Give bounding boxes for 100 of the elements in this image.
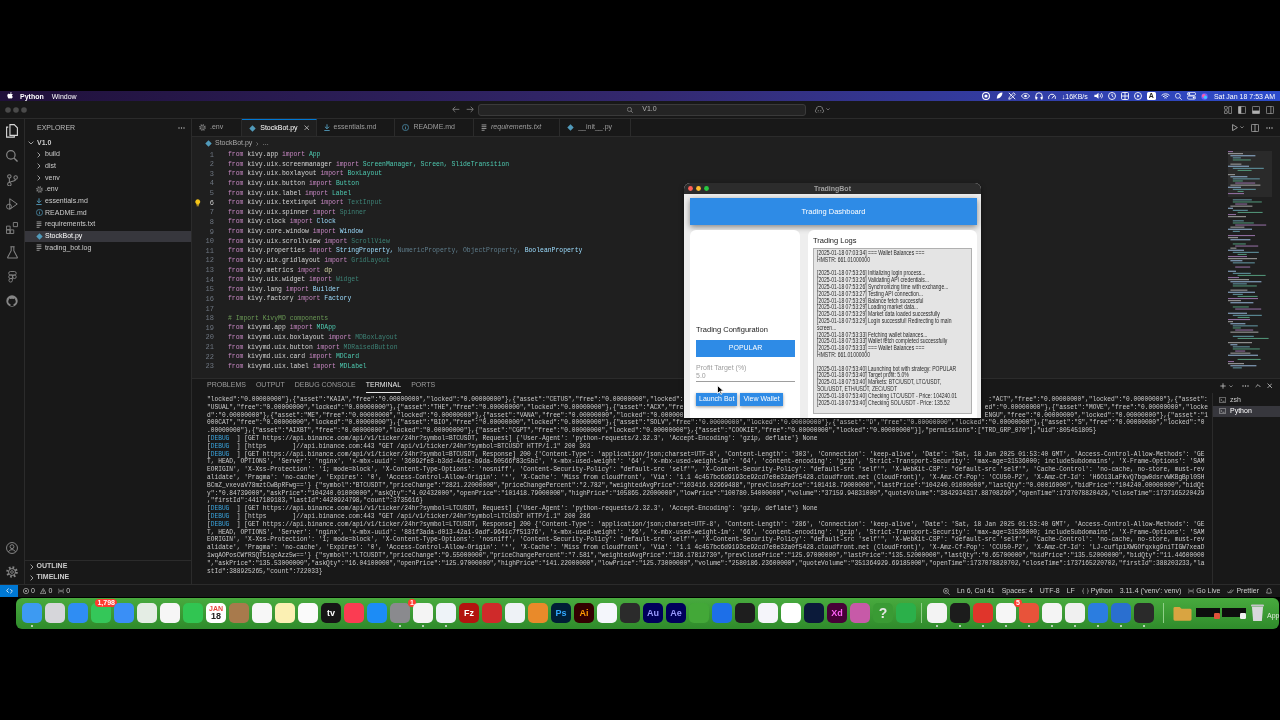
lines-icon: [36, 244, 42, 252]
split-editor-icon[interactable]: [1251, 123, 1259, 132]
apple-icon[interactable]: [7, 92, 13, 100]
gauge-icon[interactable]: [1047, 92, 1056, 100]
app-icon[interactable]: [413, 603, 433, 623]
app-icon[interactable]: [160, 603, 180, 623]
wifi-icon[interactable]: [1160, 92, 1170, 100]
app-icon[interactable]: [927, 603, 947, 623]
cat-logo-icon[interactable]: [6, 294, 18, 307]
app-icon[interactable]: [1065, 603, 1085, 623]
app-icon[interactable]: Fz: [459, 603, 479, 623]
diamond-icon: [567, 124, 575, 131]
cursor-icon: [717, 385, 724, 395]
search-icon[interactable]: [1174, 92, 1182, 100]
lines-icon: [481, 123, 487, 132]
app-icon[interactable]: tv: [321, 603, 341, 623]
speaker-icon[interactable]: [1093, 92, 1103, 100]
app-icon[interactable]: [1042, 603, 1062, 623]
broadcast-icon: [58, 588, 65, 594]
download-icon: [36, 197, 42, 205]
eye-icon[interactable]: [1020, 93, 1030, 99]
play-circle-icon[interactable]: [1133, 92, 1142, 100]
window-thumbnail[interactable]: [1222, 608, 1246, 619]
app-icon[interactable]: [950, 603, 970, 623]
error-icon: [23, 588, 29, 594]
secondary-sidebar-icon[interactable]: [1266, 105, 1274, 114]
run-debug-icon[interactable]: [6, 198, 18, 211]
extensions-icon[interactable]: [6, 222, 18, 235]
app-icon[interactable]: Ai: [574, 603, 594, 623]
app-icon[interactable]: Ps: [551, 603, 571, 623]
app-icon[interactable]: [252, 603, 272, 623]
chevron-up-icon[interactable]: [1254, 384, 1261, 388]
flask-icon[interactable]: [6, 246, 18, 259]
warning-icon: [39, 588, 47, 594]
shapes-icon[interactable]: [7, 270, 17, 283]
grid-icon[interactable]: [1120, 92, 1129, 100]
app-icon[interactable]: [1134, 603, 1154, 623]
control-center-icon[interactable]: [1186, 92, 1196, 100]
lightbulb-icon[interactable]: [195, 199, 201, 207]
feather-icon[interactable]: [994, 92, 1003, 100]
lines-icon: [36, 221, 42, 229]
clock-icon[interactable]: [1107, 92, 1116, 100]
chevron-down-icon: [28, 141, 34, 145]
app-icon[interactable]: [758, 603, 778, 623]
source-control-icon[interactable]: [6, 173, 18, 187]
gear-icon: [35, 186, 43, 194]
search-icon: [627, 106, 634, 113]
app-icon[interactable]: [436, 603, 456, 623]
minimap[interactable]: [1228, 151, 1272, 370]
trash-icon[interactable]: [1251, 603, 1264, 622]
close-icon[interactable]: [303, 125, 310, 131]
app-icon[interactable]: Ae: [666, 603, 686, 623]
app-icon[interactable]: [620, 603, 640, 623]
app-icon[interactable]: [735, 603, 755, 623]
diamond-icon: [205, 140, 212, 147]
app-icon[interactable]: [275, 603, 295, 623]
sidebar-toggle-icon[interactable]: [1238, 105, 1246, 114]
window-thumbnail[interactable]: [1196, 608, 1220, 619]
forward-arrow-icon[interactable]: [466, 106, 474, 113]
crossed-tools-icon[interactable]: [1007, 92, 1016, 100]
app-icon[interactable]: Xd: [827, 603, 847, 623]
diamond-icon: [249, 124, 257, 132]
remote-icon: [5, 588, 13, 594]
back-arrow-icon[interactable]: [452, 106, 460, 113]
app-icon[interactable]: [505, 603, 525, 623]
app-icon[interactable]: [781, 603, 801, 623]
settings-icon[interactable]: [6, 566, 18, 578]
panel-toggle-icon[interactable]: [1252, 105, 1260, 114]
download-icon: [323, 123, 330, 132]
robot-icon[interactable]: [815, 105, 824, 114]
diamond-icon: [35, 232, 43, 240]
window-controls-icon[interactable]: [688, 186, 709, 191]
caret-icon[interactable]: [826, 108, 830, 111]
files-icon[interactable]: [6, 124, 18, 138]
layout-icon[interactable]: [1224, 105, 1232, 114]
caret-icon[interactable]: [1240, 126, 1244, 129]
remote-button[interactable]: [0, 585, 18, 597]
broadcast-icon: [1188, 588, 1195, 594]
plus-icon[interactable]: [1219, 383, 1226, 389]
gear-icon: [199, 124, 206, 131]
account-icon[interactable]: [6, 542, 18, 554]
close-icon[interactable]: [1266, 383, 1272, 389]
info-icon: [402, 124, 410, 131]
search-icon[interactable]: [6, 149, 18, 162]
bell-icon[interactable]: [1266, 587, 1272, 595]
zoom-icon[interactable]: [942, 587, 950, 595]
app-icon[interactable]: [137, 603, 157, 623]
more-icon[interactable]: [1266, 126, 1273, 129]
app-icon[interactable]: [298, 603, 318, 623]
orb-icon[interactable]: [1200, 92, 1208, 100]
app-icon[interactable]: Au: [643, 603, 663, 623]
play-icon[interactable]: [1232, 123, 1238, 132]
caret-icon[interactable]: [1228, 384, 1233, 388]
app-icon[interactable]: [45, 603, 65, 623]
app-icon[interactable]: [597, 603, 617, 623]
braces-icon: [1081, 588, 1089, 594]
headphones-icon[interactable]: [1034, 92, 1043, 100]
record-icon[interactable]: [981, 92, 990, 100]
app-icon[interactable]: [804, 603, 824, 623]
info-icon: [35, 209, 43, 217]
